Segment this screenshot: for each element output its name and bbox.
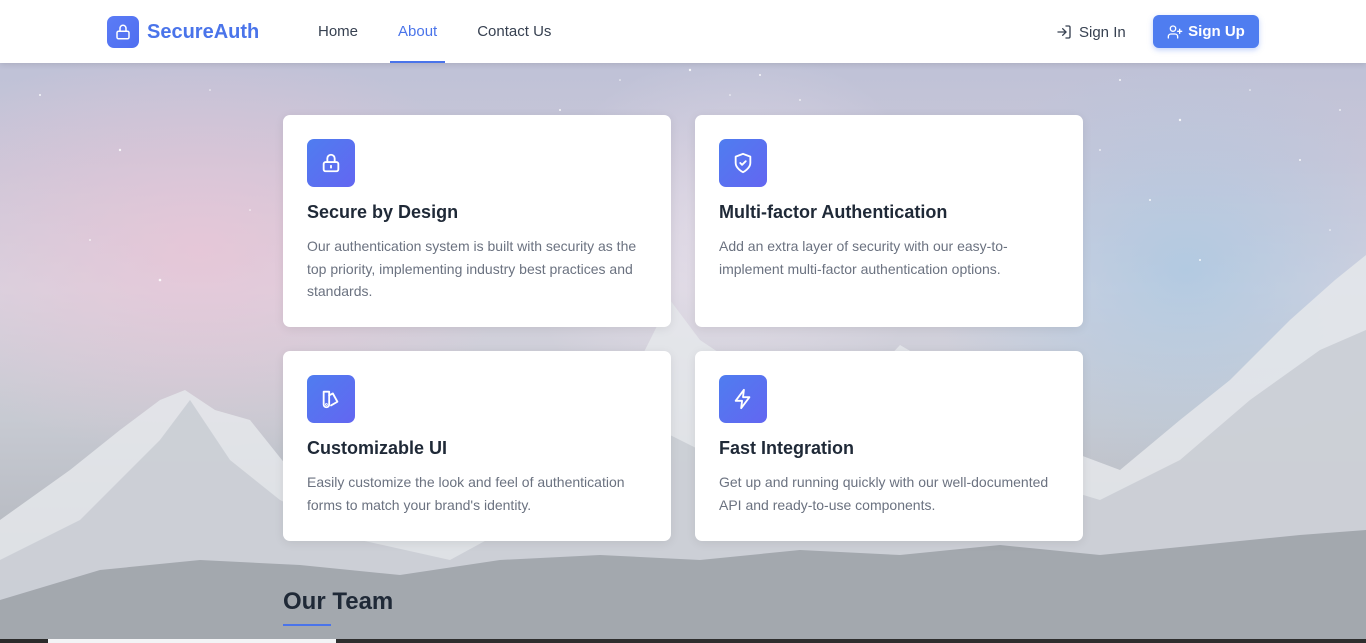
sign-up-button[interactable]: Sign Up <box>1153 15 1259 48</box>
feature-description: Get up and running quickly with our well… <box>719 474 1049 513</box>
brand-name: SecureAuth <box>147 20 260 43</box>
hero-background-image <box>0 0 1366 643</box>
nav-about[interactable]: About <box>390 0 446 63</box>
sign-in-label: Sign In <box>1079 23 1126 41</box>
heading-underline <box>283 624 331 626</box>
team-section-heading: Our Team <box>283 588 394 615</box>
feature-title: Customizable UI <box>307 438 448 458</box>
feature-card-secure-by-design: Secure by Design Our authentication syst… <box>283 115 671 327</box>
feature-title: Secure by Design <box>307 202 459 222</box>
feature-description: Add an extra layer of security with our … <box>719 238 1008 277</box>
feature-card-customizable-ui: Customizable UI Easily customize the loo… <box>283 351 671 541</box>
nav-contact-us[interactable]: Contact Us <box>469 0 559 63</box>
team-cards-edge <box>0 639 1366 643</box>
top-navbar: SecureAuth Home About Contact Us Sign In… <box>0 0 1366 63</box>
feature-card-multi-factor-authentication: Multi-factor Authentication Add an extra… <box>695 115 1083 327</box>
login-arrow-icon <box>1057 25 1071 39</box>
nav-home[interactable]: Home <box>310 0 366 63</box>
lightning-bolt-icon <box>719 375 767 423</box>
mountain-landscape <box>0 68 1366 643</box>
feature-title: Multi-factor Authentication <box>719 202 948 222</box>
feature-description: Easily customize the look and feel of au… <box>307 474 625 513</box>
feature-title: Fast Integration <box>719 438 855 458</box>
brand-logo[interactable]: SecureAuth <box>107 16 259 48</box>
user-plus-icon <box>1167 24 1183 39</box>
sign-up-label: Sign Up <box>1188 23 1245 40</box>
shield-check-icon <box>719 139 767 187</box>
palette-swatch-icon <box>307 375 355 423</box>
sign-in-button[interactable]: Sign In <box>1056 16 1126 48</box>
feature-card-fast-integration: Fast Integration Get up and running quic… <box>695 351 1083 541</box>
lock-icon <box>307 139 355 187</box>
main-nav: Home About Contact Us <box>310 0 583 63</box>
lock-icon <box>107 16 139 48</box>
feature-description: Our authentication system is built with … <box>307 238 637 299</box>
